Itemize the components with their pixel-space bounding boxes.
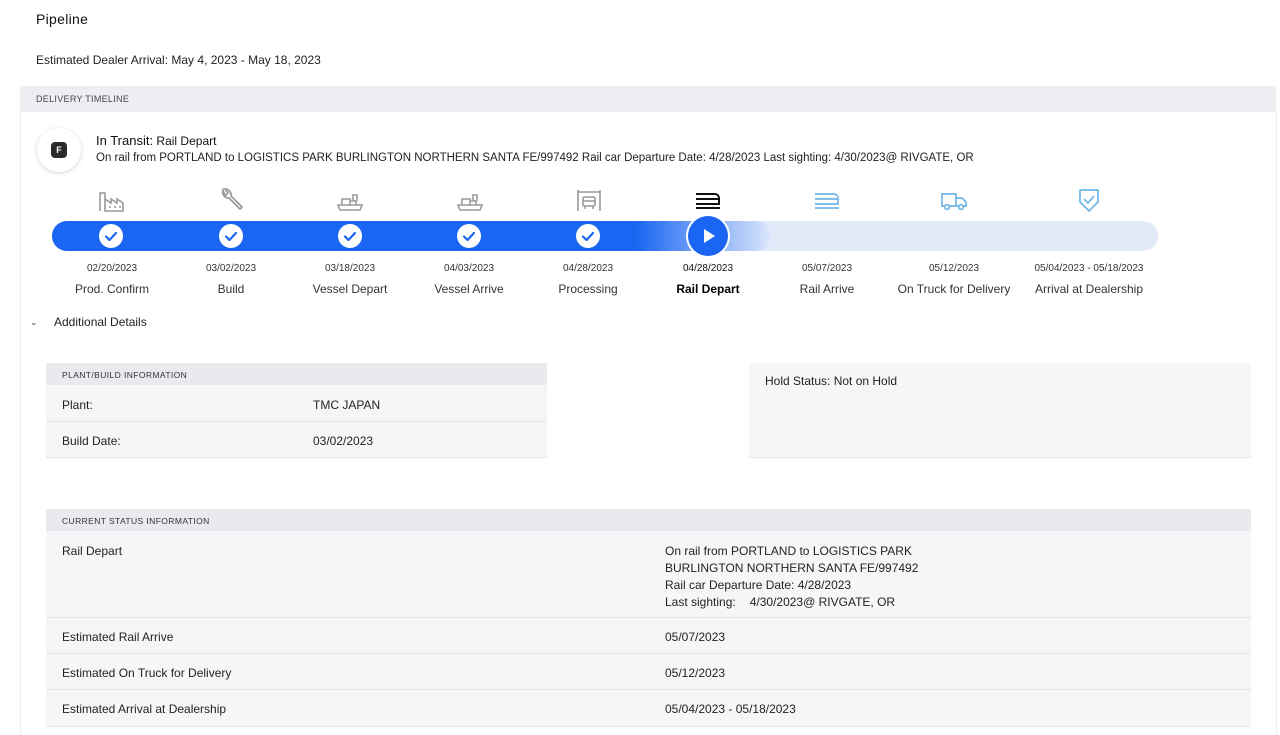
transit-status-detail: On rail from PORTLAND to LOGISTICS PARK …	[96, 152, 974, 164]
status-value: 05/04/2023 - 05/18/2023	[665, 702, 796, 716]
delivery-timeline-header: DELIVERY TIMELINE	[20, 86, 1276, 112]
factory-icon	[99, 192, 124, 212]
step-complete-check	[338, 224, 362, 248]
status-value: 05/07/2023	[665, 630, 726, 644]
timeline-progress-fill	[52, 221, 771, 251]
table-row: Estimated On Truck for Delivery 05/12/20…	[46, 654, 1251, 690]
transit-status-stage: Rail Depart	[156, 134, 217, 148]
step-complete-check	[219, 224, 243, 248]
status-key: Estimated On Truck for Delivery	[62, 666, 232, 680]
plant-value: TMC JAPAN	[313, 398, 381, 412]
brand-badge: F	[37, 128, 81, 172]
status-value: 05/12/2023	[665, 666, 726, 680]
step-complete-check	[576, 224, 600, 248]
current-status-header: CURRENT STATUS INFORMATION	[46, 509, 1251, 531]
table-row: Rail Depart On rail from PORTLAND to LOG…	[46, 531, 1251, 618]
brand-badge-letter: F	[51, 142, 67, 158]
eta-label: Estimated Dealer Arrival:	[36, 53, 169, 67]
check-icon	[224, 231, 238, 242]
check-icon	[462, 231, 476, 242]
delivery-timeline-title: DELIVERY TIMELINE	[36, 94, 130, 104]
table-row: Plant: TMC JAPAN	[46, 385, 547, 422]
hold-status-box: Hold Status: Not on Hold	[749, 363, 1251, 458]
rail-depart-line: Rail car Departure Date: 4/28/2023	[665, 578, 852, 592]
step-label: Arrival at Dealership	[1034, 282, 1144, 296]
last-sighting-value: 4/30/2023@ RIVGATE, OR	[749, 595, 896, 609]
build-date-value: 03/02/2023	[313, 434, 374, 448]
wrench-icon	[221, 187, 244, 211]
rail-depart-line: On rail from PORTLAND to LOGISTICS PARK	[665, 544, 912, 558]
additional-details-label: Additional Details	[54, 315, 147, 329]
table-row: Estimated Rail Arrive 05/07/2023	[46, 618, 1251, 654]
rail-icon	[815, 193, 839, 209]
status-key: Estimated Rail Arrive	[62, 630, 174, 644]
page-title: Pipeline	[36, 11, 89, 27]
table-row: Build Date: 03/02/2023	[46, 422, 547, 458]
step-complete-check	[99, 224, 123, 248]
eta-value: May 4, 2023 - May 18, 2023	[171, 53, 321, 67]
additional-details-toggle[interactable]: ⌄ Additional Details	[30, 315, 147, 329]
build-date-key: Build Date:	[62, 434, 121, 448]
step-date-current: 04/28/2023	[682, 263, 734, 274]
check-icon	[104, 231, 118, 242]
rail-icon	[696, 193, 720, 209]
step-date: 05/12/2023	[928, 263, 980, 274]
play-icon	[704, 229, 715, 243]
current-step-marker	[688, 216, 728, 256]
rail-depart-key: Rail Depart	[62, 544, 123, 558]
plant-build-title: PLANT/BUILD INFORMATION	[62, 370, 188, 380]
transit-status-prefix: In Transit:	[96, 133, 154, 148]
chevron-down-icon: ⌄	[30, 317, 38, 327]
ship-icon	[456, 194, 484, 211]
step-date: 02/20/2023	[86, 263, 138, 274]
estimated-dealer-arrival: Estimated Dealer Arrival: May 4, 2023 - …	[36, 53, 321, 67]
transit-status: In Transit: Rail Depart	[96, 133, 216, 148]
step-date: 03/02/2023	[205, 263, 257, 274]
last-sighting-line: Last sighting: 4/30/2023@ RIVGATE, OR	[665, 594, 918, 611]
last-sighting-label: Last sighting:	[665, 595, 736, 609]
step-date: 05/07/2023	[801, 263, 853, 274]
step-label: On Truck for Delivery	[897, 282, 1011, 296]
ship-icon	[336, 194, 364, 211]
table-row: Estimated Arrival at Dealership 05/04/20…	[46, 690, 1251, 727]
status-key: Estimated Arrival at Dealership	[62, 702, 227, 716]
check-icon	[343, 231, 357, 242]
step-date: 05/04/2023 - 05/18/2023	[1034, 263, 1144, 274]
step-date: 03/18/2023	[324, 263, 376, 274]
step-complete-check	[457, 224, 481, 248]
hold-status: Hold Status: Not on Hold	[765, 374, 898, 388]
processing-icon	[577, 190, 601, 211]
plant-key: Plant:	[62, 398, 93, 412]
step-date: 04/28/2023	[562, 263, 614, 274]
truck-icon	[941, 193, 967, 211]
plant-build-header: PLANT/BUILD INFORMATION	[46, 363, 547, 385]
shield-check-icon	[1079, 189, 1099, 212]
rail-depart-line: BURLINGTON NORTHERN SANTA FE/997492	[665, 561, 919, 575]
current-status-title: CURRENT STATUS INFORMATION	[62, 516, 210, 526]
check-icon	[581, 231, 595, 242]
step-date: 04/03/2023	[443, 263, 495, 274]
rail-depart-details: On rail from PORTLAND to LOGISTICS PARK …	[665, 543, 918, 611]
